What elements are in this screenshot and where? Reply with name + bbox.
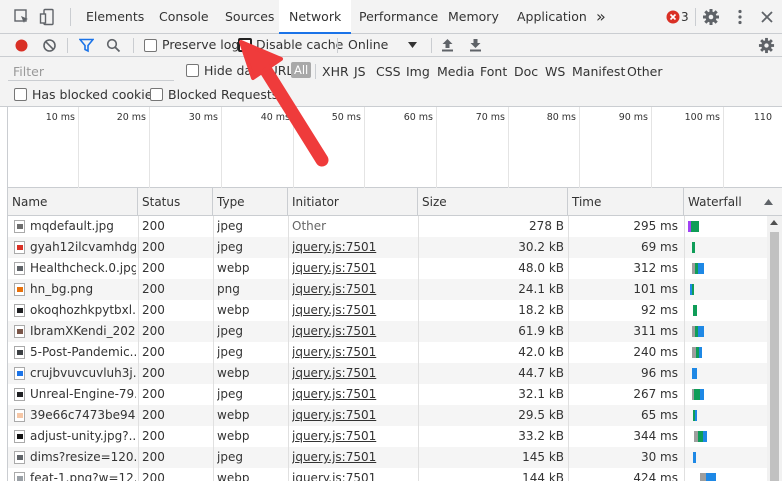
red-annotation-arrow — [239, 40, 329, 167]
